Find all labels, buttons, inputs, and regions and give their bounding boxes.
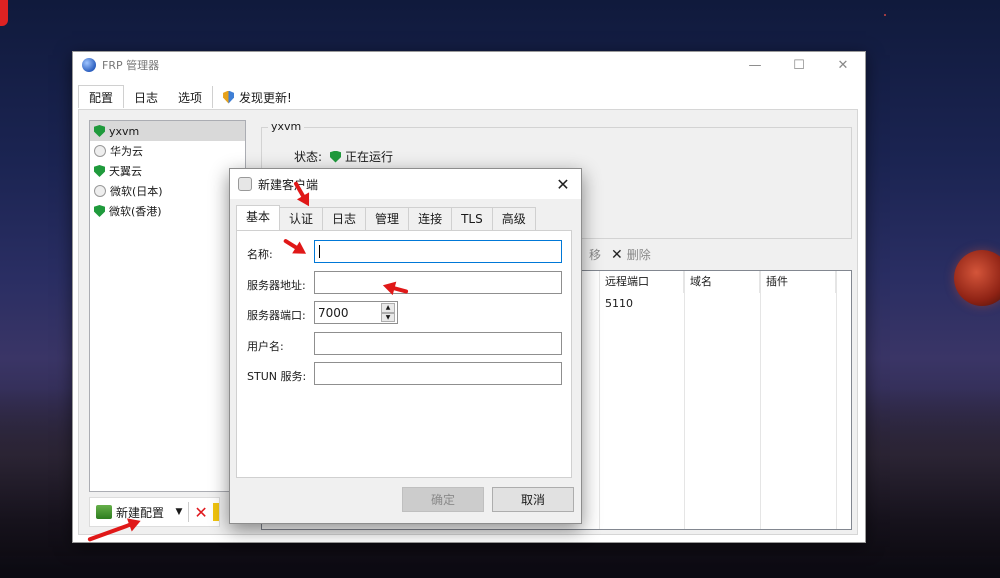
stun-server-input[interactable] — [314, 362, 562, 385]
increment-arrow-icon[interactable]: ▲ — [381, 303, 395, 313]
name-label: 名称: — [247, 248, 273, 261]
config-name: yxvm — [109, 124, 140, 138]
server-port-value: 7000 — [318, 305, 349, 320]
app-globe-icon — [82, 58, 96, 72]
chevron-down-icon[interactable]: ▼ — [170, 502, 190, 522]
tab-config[interactable]: 配置 — [78, 85, 125, 108]
delete-config-icon[interactable]: ✕ — [189, 503, 213, 522]
desktop-moon — [954, 250, 1000, 306]
config-name: 天翼云 — [109, 165, 142, 178]
tab-options[interactable]: 选项 — [168, 86, 212, 108]
server-port-label: 服务器端口: — [247, 309, 306, 322]
edit-config-icon[interactable] — [213, 503, 220, 521]
username-input[interactable] — [314, 332, 562, 355]
tab-log[interactable]: 日志 — [322, 207, 367, 230]
delete-proxy-button[interactable]: 删除 — [627, 246, 651, 263]
running-shield-icon — [330, 150, 341, 163]
server-port-stepper[interactable]: 7000 ▲ ▼ — [314, 301, 398, 324]
cancel-button[interactable]: 取消 — [492, 487, 574, 512]
tab-tls[interactable]: TLS — [451, 207, 493, 230]
cell-remote-port: 5110 — [605, 297, 633, 310]
status-value: 正在运行 — [330, 148, 393, 165]
tab-connection[interactable]: 连接 — [408, 207, 453, 230]
main-tabs: 配置 日志 选项 发现更新! — [73, 84, 302, 108]
status-text: 正在运行 — [345, 150, 394, 164]
dialog-close-icon[interactable]: ✕ — [551, 172, 575, 196]
list-item[interactable]: 微软(日本) — [90, 181, 245, 201]
column-header-domain[interactable]: 域名 — [684, 271, 760, 293]
list-item[interactable]: 华为云 — [90, 141, 245, 161]
title-bar[interactable]: FRP 管理器 — ☐ ✕ — [73, 52, 865, 78]
proxy-toolbar: 移 ✕ 删除 — [589, 246, 651, 263]
delete-icon[interactable]: ✕ — [611, 247, 623, 263]
list-item[interactable]: 微软(香港) — [90, 201, 245, 221]
tab-advanced[interactable]: 高级 — [491, 207, 536, 230]
dialog-title: 新建客户端 — [258, 177, 319, 192]
update-link[interactable]: 发现更新! — [212, 86, 302, 108]
dialog-tabs: 基本 认证 日志 管理 连接 TLS 高级 — [236, 205, 536, 230]
desktop-corner-mark — [0, 0, 8, 26]
stopped-circle-icon — [94, 145, 106, 157]
ok-button[interactable]: 确定 — [402, 487, 484, 512]
minimize-button[interactable]: — — [733, 52, 777, 78]
config-name: 微软(香港) — [109, 205, 162, 218]
dialog-title-bar[interactable]: 新建客户端 ✕ — [230, 169, 581, 199]
server-address-label: 服务器地址: — [247, 279, 306, 292]
config-toolbar: 新建配置 ▼ ✕ — [89, 497, 221, 527]
running-shield-icon — [94, 125, 105, 137]
new-client-dialog: 新建客户端 ✕ 基本 认证 日志 管理 连接 TLS 高级 名称: 服务器地址:… — [229, 168, 582, 524]
desktop-bottom-strip — [0, 556, 1000, 578]
username-label: 用户名: — [247, 340, 284, 353]
text-caret — [319, 245, 320, 258]
decrement-arrow-icon[interactable]: ▼ — [381, 312, 395, 322]
list-item[interactable]: 天翼云 — [90, 161, 245, 181]
tab-auth[interactable]: 认证 — [279, 207, 324, 230]
tab-log[interactable]: 日志 — [124, 86, 168, 108]
dialog-app-icon — [238, 177, 252, 191]
server-address-input[interactable] — [314, 271, 562, 294]
list-item[interactable]: yxvm — [90, 121, 245, 141]
new-config-icon — [96, 505, 112, 519]
tab-admin[interactable]: 管理 — [365, 207, 410, 230]
column-header-plugin[interactable]: 插件 — [760, 271, 836, 293]
name-input[interactable] — [314, 240, 562, 263]
maximize-button[interactable]: ☐ — [777, 52, 821, 78]
group-title: yxvm — [268, 120, 305, 133]
move-button-partial[interactable]: 移 — [589, 246, 601, 263]
new-config-label: 新建配置 — [116, 505, 165, 520]
stun-server-label: STUN 服务: — [247, 370, 307, 383]
desktop-star — [884, 14, 886, 16]
config-name: 华为云 — [110, 145, 143, 158]
config-name: 微软(日本) — [110, 185, 163, 198]
spin-buttons: ▲ ▼ — [381, 303, 395, 322]
column-divider — [836, 271, 837, 529]
column-divider — [760, 271, 761, 529]
shield-icon — [223, 90, 235, 104]
running-shield-icon — [94, 205, 105, 217]
column-divider — [599, 271, 600, 529]
close-button[interactable]: ✕ — [821, 52, 865, 78]
status-label: 状态: — [294, 150, 323, 164]
stopped-circle-icon — [94, 185, 106, 197]
tab-basic[interactable]: 基本 — [236, 205, 281, 230]
column-divider — [684, 271, 685, 529]
update-link-label: 发现更新! — [239, 90, 292, 105]
running-shield-icon — [94, 165, 105, 177]
basic-tab-panel: 名称: 服务器地址: 服务器端口: 7000 ▲ ▼ 用户名: STUN 服务: — [236, 230, 572, 478]
config-list[interactable]: yxvm 华为云 天翼云 微软(日本) 微软(香港) — [89, 120, 246, 492]
window-title: FRP 管理器 — [102, 59, 160, 72]
column-header-remote-port[interactable]: 远程端口 — [599, 271, 684, 293]
